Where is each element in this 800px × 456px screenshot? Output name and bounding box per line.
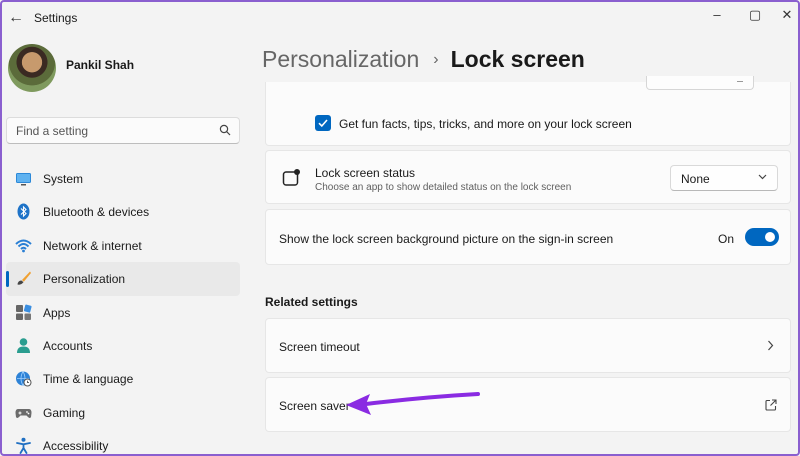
active-indicator [6,271,9,288]
search-icon [219,124,231,136]
lock-screen-picture-dropdown[interactable] [646,76,754,90]
sidebar-item-label: Personalization [43,272,126,287]
person-icon [17,338,30,353]
lock-status-dropdown[interactable]: None [670,165,778,191]
search-placeholder: Find a setting [16,124,89,138]
bluetooth-icon [17,203,30,220]
signin-background-label: Show the lock screen background picture … [279,232,614,246]
chevron-right-icon [768,340,774,351]
sidebar-item-label: System [43,172,84,186]
close-button[interactable]: ✕ [772,4,800,26]
sidebar-item-time-language[interactable]: Time & language [6,362,240,395]
breadcrumb-separator-icon: › [433,51,439,68]
page-title: Lock screen [450,46,585,72]
screen-saver-label: Screen saver [279,399,350,413]
accessibility-icon [16,437,31,455]
monitor-icon [16,173,31,186]
lock-status-subtitle: Choose an app to show detailed status on… [315,182,572,193]
sidebar-item-label: Gaming [43,405,86,420]
sidebar-item-label: Time & language [43,372,134,387]
sidebar-item-label: Accessibility [43,439,109,454]
toggle-state-label: On [718,232,735,246]
sidebar-item-label: Accounts [43,338,93,353]
external-link-icon [765,399,777,411]
signin-background-card: Show the lock screen background picture … [265,209,791,265]
annotation-arrow-icon [346,392,480,415]
lock-status-icon [282,169,300,186]
sidebar-item-gaming[interactable]: Gaming [6,396,240,429]
maximize-button[interactable]: ▢ [740,4,770,26]
back-arrow-icon[interactable]: ← [6,8,26,28]
sidebar-item-label: Bluetooth & devices [43,205,150,220]
related-settings-heading: Related settings [265,295,358,309]
apps-icon [16,304,32,320]
sidebar-item-label: Apps [43,305,71,320]
gamepad-icon [15,408,32,418]
sidebar-item-system[interactable]: System [6,162,240,195]
dropdown-value: None [681,172,710,186]
toggle-knob [765,232,775,242]
sidebar-item-bluetooth[interactable]: Bluetooth & devices [6,195,240,228]
signin-background-toggle[interactable] [745,228,779,246]
screen-timeout-label: Screen timeout [279,340,360,354]
sidebar-item-accessibility[interactable]: Accessibility [6,429,240,456]
sidebar-item-personalization[interactable]: Personalization [6,262,240,296]
breadcrumb: Personalization › Lock screen [262,46,585,73]
globe-clock-icon [16,371,32,387]
user-name: Pankil Shah [66,58,135,72]
chevron-down-icon [758,174,767,180]
fun-facts-checkbox[interactable] [315,115,331,131]
minimize-button[interactable]: – [702,4,732,26]
avatar [8,44,56,92]
fun-facts-label: Get fun facts, tips, tricks, and more on… [339,117,632,131]
screen-timeout-link[interactable]: Screen timeout [265,318,791,373]
sidebar-item-apps[interactable]: Apps [6,296,240,329]
breadcrumb-parent[interactable]: Personalization [262,46,419,72]
sidebar-nav: System Bluetooth & devices Network & int… [6,162,240,456]
lock-screen-personalize-card: Get fun facts, tips, tricks, and more on… [265,76,791,146]
sidebar-item-network[interactable]: Network & internet [6,229,240,262]
search-input[interactable]: Find a setting [6,117,240,144]
checkmark-icon [318,119,328,128]
sidebar-item-label: Network & internet [43,238,142,253]
title-bar: ← Settings – ▢ ✕ [0,0,800,36]
lock-status-title: Lock screen status [315,166,416,180]
brush-icon [17,271,31,285]
dropdown-text-fragment [737,76,743,82]
lock-screen-status-card: Lock screen status Choose an app to show… [265,150,791,204]
wifi-icon [15,239,32,253]
sidebar-item-accounts[interactable]: Accounts [6,329,240,362]
app-title: Settings [34,11,78,25]
